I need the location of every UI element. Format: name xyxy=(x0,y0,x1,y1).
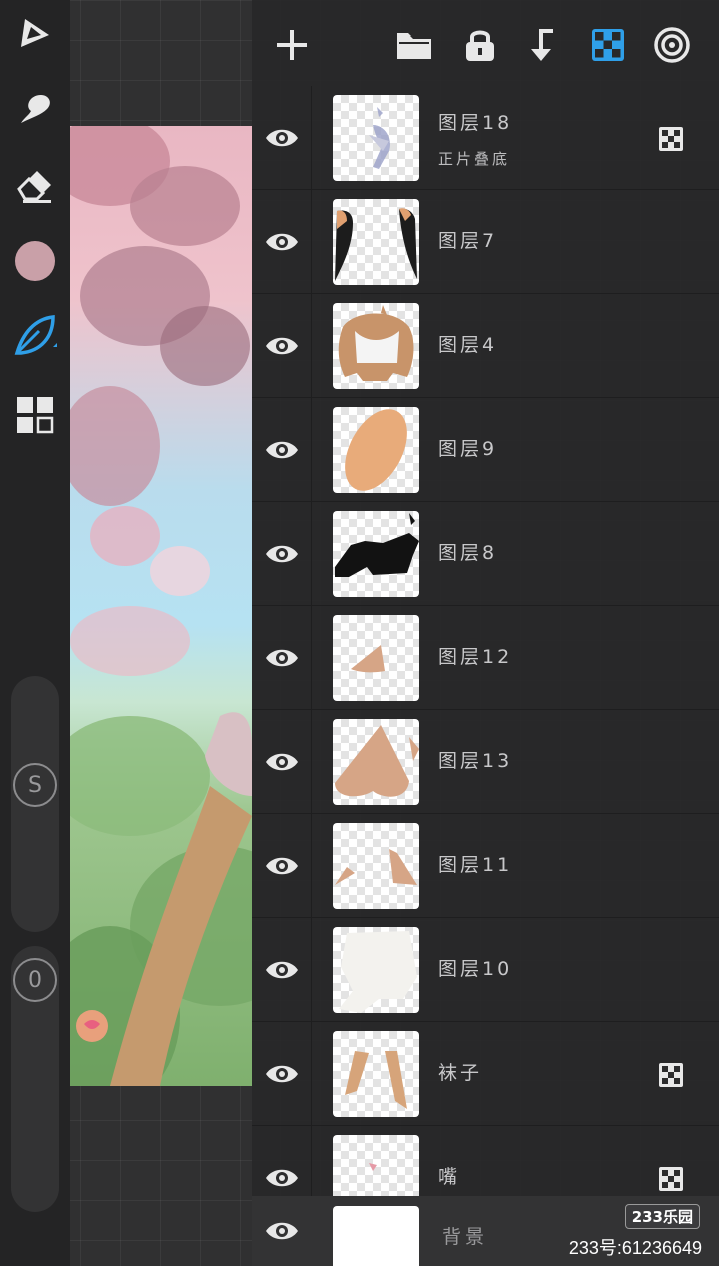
layer-thumbnail[interactable] xyxy=(333,927,419,1013)
layer-name: 图层13 xyxy=(438,750,513,772)
blossom-shape xyxy=(130,166,240,246)
checker-blend-icon[interactable] xyxy=(658,1166,684,1192)
layer-name: 图层11 xyxy=(438,854,513,876)
merge-down-icon[interactable] xyxy=(520,22,566,68)
layer-name: 图层12 xyxy=(438,646,513,668)
layer-row[interactable]: 图层4 xyxy=(252,294,719,398)
layer-row[interactable]: 图层7 xyxy=(252,190,719,294)
background-layer-name: 背景 xyxy=(442,1226,489,1248)
visibility-eye-icon[interactable] xyxy=(252,814,312,918)
layer-row[interactable]: 图层10 xyxy=(252,918,719,1022)
figure-leg xyxy=(76,712,252,1086)
blossom-shape xyxy=(160,306,250,386)
checker-blend-icon[interactable] xyxy=(658,1062,684,1088)
layer-thumbnail[interactable] xyxy=(333,95,419,181)
blossom-shape xyxy=(90,506,160,566)
blossom-shape xyxy=(150,546,210,596)
artwork-canvas[interactable] xyxy=(70,126,252,1086)
layer-row[interactable]: 图层13 xyxy=(252,710,719,814)
visibility-eye-icon[interactable] xyxy=(252,86,312,190)
watermark: 233乐园 233号:61236649 xyxy=(544,1200,714,1260)
layer-row[interactable]: 袜子 xyxy=(252,1022,719,1126)
layers-grid-icon[interactable] xyxy=(10,390,60,440)
layer-row[interactable]: 图层8 xyxy=(252,502,719,606)
layer-thumbnail[interactable] xyxy=(333,615,419,701)
layer-panel-header xyxy=(252,0,719,86)
layer-name: 图层10 xyxy=(438,958,513,980)
layer-name: 嘴 xyxy=(438,1166,461,1188)
layer-row[interactable]: 图层12 xyxy=(252,606,719,710)
blossom-shape xyxy=(70,386,160,506)
visibility-eye-icon[interactable] xyxy=(252,918,312,1022)
visibility-eye-icon[interactable] xyxy=(252,502,312,606)
watermark-id: 233号:61236649 xyxy=(568,1238,702,1258)
layer-row[interactable]: 图层18 正片叠底 xyxy=(252,86,719,190)
visibility-eye-icon[interactable] xyxy=(252,606,312,710)
layer-thumbnail[interactable] xyxy=(333,199,419,285)
layer-name: 图层7 xyxy=(438,230,498,252)
layer-thumbnail[interactable] xyxy=(333,1031,419,1117)
layer-panel: 图层18 正片叠底 图层7 图层4 图层9 图层8 图层12 图层13 图层11 图层10 袜子嘴 … xyxy=(252,0,719,1266)
blossom-shape xyxy=(70,606,190,676)
smudge-icon[interactable] xyxy=(10,84,60,134)
layer-row[interactable]: 图层11 xyxy=(252,814,719,918)
visibility-eye-icon[interactable] xyxy=(252,710,312,814)
layer-thumbnail[interactable] xyxy=(333,719,419,805)
visibility-eye-icon[interactable] xyxy=(252,190,312,294)
layer-name: 图层9 xyxy=(438,438,498,460)
checker-blend-icon[interactable] xyxy=(658,126,684,152)
color-swatch[interactable] xyxy=(10,236,60,286)
layer-thumbnail[interactable] xyxy=(333,511,419,597)
alpha-lock-icon[interactable] xyxy=(585,22,631,68)
visibility-eye-icon[interactable] xyxy=(252,1196,312,1266)
opacity-label: 0 xyxy=(13,958,57,1002)
layer-thumbnail[interactable] xyxy=(333,823,419,909)
layer-name: 袜子 xyxy=(438,1062,483,1084)
visibility-eye-icon[interactable] xyxy=(252,398,312,502)
lock-icon[interactable] xyxy=(457,22,503,68)
layer-thumbnail[interactable] xyxy=(333,407,419,493)
layer-thumbnail[interactable] xyxy=(333,303,419,389)
layer-name: 图层18 xyxy=(438,112,513,134)
layer-thumbnail[interactable] xyxy=(333,1206,419,1266)
watermark-logo: 233乐园 xyxy=(624,1204,700,1229)
settings-icon[interactable] xyxy=(649,22,695,68)
visibility-eye-icon[interactable] xyxy=(252,294,312,398)
folder-icon[interactable] xyxy=(391,22,437,68)
layer-name: 图层8 xyxy=(438,542,498,564)
layer-row[interactable]: 图层9 xyxy=(252,398,719,502)
left-toolbar: S 0 xyxy=(0,0,70,1266)
paint-icon[interactable] xyxy=(10,8,60,58)
eraser-icon[interactable] xyxy=(10,160,60,210)
layer-name: 图层4 xyxy=(438,334,498,356)
add-icon[interactable] xyxy=(269,22,315,68)
leaf-brush-icon[interactable] xyxy=(10,310,60,360)
size-label: S xyxy=(13,763,57,807)
visibility-eye-icon[interactable] xyxy=(252,1022,312,1126)
layer-blend-mode: 正片叠底 xyxy=(438,150,511,168)
